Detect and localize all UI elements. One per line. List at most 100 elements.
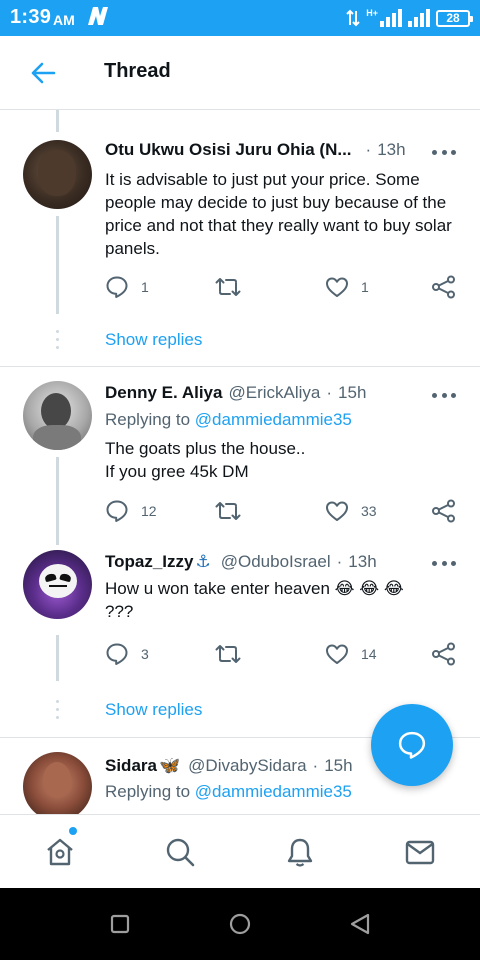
show-replies-link[interactable]: Show replies bbox=[105, 330, 202, 350]
butterfly-emoji: 🦋 bbox=[158, 756, 181, 775]
triangle-back-icon bbox=[350, 913, 370, 935]
show-replies-link[interactable]: Show replies bbox=[105, 700, 202, 720]
signal-icon-2 bbox=[408, 9, 430, 27]
tweet-item[interactable]: Denny E. Aliya @ErickAliya · 15h Replyin… bbox=[0, 367, 480, 545]
more-options-button[interactable] bbox=[432, 558, 456, 568]
more-options-button[interactable] bbox=[432, 147, 456, 157]
thread-line bbox=[56, 635, 59, 681]
back-button[interactable] bbox=[28, 58, 58, 88]
notification-dot bbox=[69, 827, 77, 835]
retweet-button[interactable] bbox=[215, 641, 241, 667]
reply-count: 1 bbox=[141, 279, 149, 295]
share-button[interactable] bbox=[431, 641, 457, 667]
nav-notifications[interactable] bbox=[283, 835, 317, 869]
tweet-time: 15h bbox=[324, 756, 353, 775]
retweet-icon bbox=[215, 502, 241, 520]
avatar[interactable] bbox=[23, 140, 92, 209]
compose-reply-button[interactable] bbox=[371, 704, 453, 786]
thread-line bbox=[56, 216, 59, 314]
signal-icon bbox=[380, 9, 402, 27]
reply-icon bbox=[106, 643, 128, 665]
share-button[interactable] bbox=[431, 498, 457, 524]
more-options-button[interactable] bbox=[432, 390, 456, 400]
share-icon bbox=[432, 499, 455, 523]
anchor-emoji: ⚓ bbox=[195, 552, 211, 571]
tweet-author-handle[interactable]: @OduboIsrael bbox=[221, 552, 331, 572]
like-button[interactable]: 14 bbox=[325, 641, 377, 667]
tweet-author-handle[interactable]: @DivabySidara bbox=[188, 756, 306, 776]
avatar[interactable] bbox=[23, 550, 92, 619]
share-icon bbox=[432, 642, 455, 666]
status-time: 1:39 bbox=[10, 6, 52, 28]
tweet-text: How u won take enter heaven 😂 😂 😂 ??? bbox=[105, 579, 404, 621]
tweet-author-handle[interactable]: @ErickAliya bbox=[228, 383, 320, 403]
thread-dots bbox=[56, 700, 59, 724]
recents-button[interactable] bbox=[108, 912, 132, 936]
replying-to-mention[interactable]: @dammiedammie35 bbox=[195, 410, 352, 429]
reply-button[interactable]: 1 bbox=[105, 274, 149, 300]
tweet-author-name[interactable]: Denny E. Aliya bbox=[105, 383, 222, 403]
reply-icon bbox=[106, 500, 128, 522]
retweet-button[interactable] bbox=[215, 498, 241, 524]
thread-header: Thread bbox=[0, 36, 480, 110]
replying-to: Replying to @dammiedammie35 bbox=[105, 782, 352, 801]
replying-to: Replying to @dammiedammie35 bbox=[105, 410, 352, 429]
avatar[interactable] bbox=[23, 752, 92, 814]
status-bar: 1:39 AM H+ 28 bbox=[0, 0, 480, 36]
page-title: Thread bbox=[104, 60, 171, 82]
like-button[interactable]: 1 bbox=[325, 274, 369, 300]
bell-icon bbox=[287, 838, 313, 867]
battery-icon: 28 bbox=[436, 9, 473, 27]
reply-button[interactable]: 12 bbox=[105, 498, 157, 524]
search-icon bbox=[166, 838, 195, 867]
nav-search[interactable] bbox=[163, 835, 197, 869]
tweet-time: 13h bbox=[348, 552, 377, 571]
tweet-author-name[interactable]: Sidara bbox=[105, 756, 157, 776]
data-arrows-icon bbox=[346, 9, 360, 27]
heart-icon bbox=[326, 501, 348, 521]
arrow-left-icon bbox=[31, 62, 56, 84]
share-icon bbox=[432, 275, 455, 299]
reply-count: 12 bbox=[141, 503, 157, 519]
tweet-time: 15h bbox=[338, 383, 367, 402]
home-system-button[interactable] bbox=[228, 912, 252, 936]
bottom-nav bbox=[0, 814, 480, 888]
like-count: 33 bbox=[361, 503, 377, 519]
status-ampm: AM bbox=[53, 12, 75, 28]
retweet-icon bbox=[215, 278, 241, 296]
app-logo-icon bbox=[86, 6, 110, 31]
replying-to-mention[interactable]: @dammiedammie35 bbox=[195, 782, 352, 801]
reply-bubble-icon bbox=[398, 731, 426, 759]
reply-button[interactable]: 3 bbox=[105, 641, 149, 667]
tweet-actions: 12 33 bbox=[105, 498, 457, 524]
back-system-button[interactable] bbox=[348, 912, 372, 936]
home-icon bbox=[47, 838, 73, 866]
mail-icon bbox=[405, 840, 435, 865]
like-count: 14 bbox=[361, 646, 377, 662]
tweet-actions: 3 14 bbox=[105, 641, 457, 667]
tweet-header: Denny E. Aliya @ErickAliya · 15h bbox=[105, 383, 367, 403]
tweet-text: It is advisable to just put your price. … bbox=[105, 170, 452, 258]
heart-icon bbox=[326, 277, 348, 297]
tweet-text: The goats plus the house.. If you gree 4… bbox=[105, 439, 306, 481]
square-icon bbox=[110, 914, 130, 934]
tweet-actions: 1 1 bbox=[105, 274, 457, 300]
nav-home[interactable] bbox=[43, 835, 77, 869]
retweet-button[interactable] bbox=[215, 274, 241, 300]
tweet-author-name[interactable]: Topaz_Izzy bbox=[105, 552, 193, 572]
retweet-icon bbox=[215, 645, 241, 663]
network-type-label: H+ bbox=[366, 8, 378, 18]
heart-icon bbox=[326, 644, 348, 664]
status-indicators: H+ 28 bbox=[346, 7, 473, 29]
avatar[interactable] bbox=[23, 381, 92, 450]
system-nav-bar bbox=[0, 888, 480, 960]
tweet-item[interactable]: Otu Ukwu Osisi Juru Ohia (N... · 13h It … bbox=[0, 110, 480, 365]
reply-count: 3 bbox=[141, 646, 149, 662]
like-button[interactable]: 33 bbox=[325, 498, 377, 524]
share-button[interactable] bbox=[431, 274, 457, 300]
thread-dots bbox=[56, 330, 59, 354]
nav-messages[interactable] bbox=[403, 835, 437, 869]
tweet-header: Otu Ukwu Osisi Juru Ohia (N... · 13h bbox=[105, 140, 406, 160]
like-count: 1 bbox=[361, 279, 369, 295]
tweet-author-name[interactable]: Otu Ukwu Osisi Juru Ohia (N... bbox=[105, 140, 352, 160]
